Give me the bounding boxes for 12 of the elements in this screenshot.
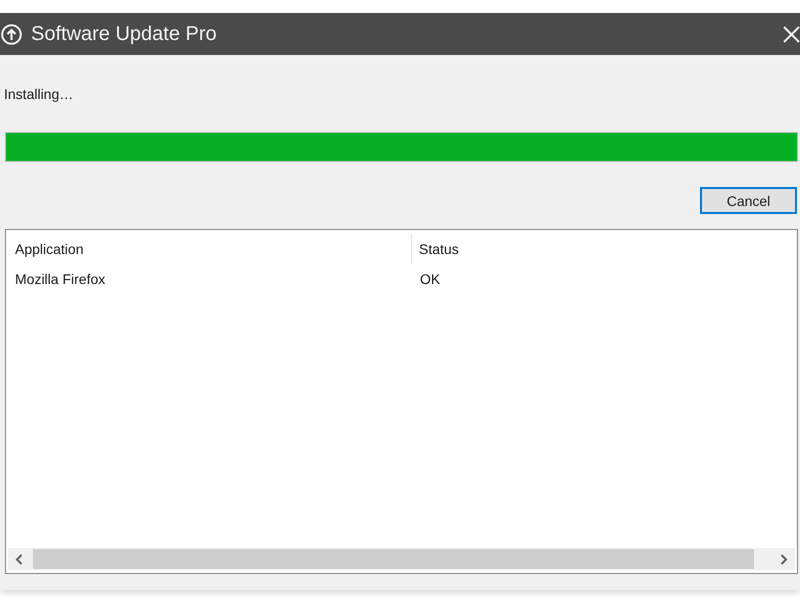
window-title: Software Update Pro	[31, 22, 217, 46]
status-text: Installing…	[4, 86, 74, 102]
cancel-button[interactable]: Cancel	[700, 187, 797, 214]
column-header[interactable]: Application	[15, 241, 84, 257]
scroll-left-icon[interactable]	[15, 554, 23, 564]
table-cell: Mozilla Firefox	[15, 271, 106, 287]
scroll-right-icon[interactable]	[780, 554, 788, 564]
table-cell: OK	[420, 271, 440, 287]
horizontal-scrollbar[interactable]	[8, 548, 795, 570]
close-icon[interactable]	[783, 26, 800, 42]
column-header[interactable]: Status	[419, 241, 459, 257]
scrollbar-thumb[interactable]	[33, 549, 754, 569]
